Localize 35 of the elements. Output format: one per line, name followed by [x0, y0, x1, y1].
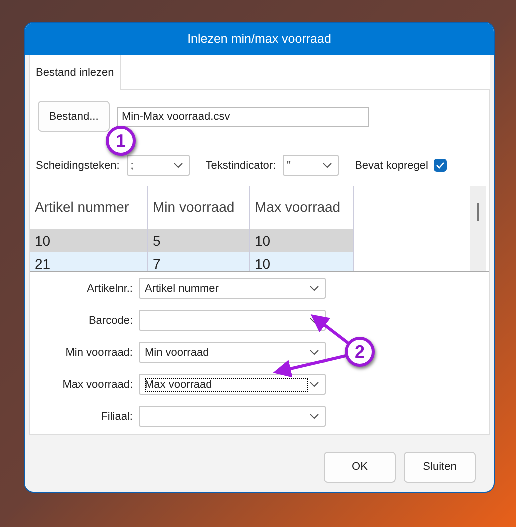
field-label: Tekstindicator: [206, 158, 276, 174]
file-button[interactable]: Bestand... [38, 101, 110, 132]
scrollbar-thumb[interactable] [477, 203, 479, 222]
table-cell: 5 [148, 229, 250, 252]
table-cell: 10 [250, 229, 354, 252]
table-cell: 21 [30, 252, 148, 272]
chevron-down-icon [323, 162, 332, 169]
field-label: Min voorraad: [64, 346, 133, 361]
window-title: Inlezen min/max voorraad [188, 30, 332, 48]
tab[interactable]: Bestand inlezen [29, 55, 122, 90]
checkbox[interactable] [434, 159, 448, 172]
field-label: Artikelnr.: [86, 282, 133, 297]
table-cell: 7 [148, 252, 250, 272]
chevron-down-icon [310, 382, 319, 388]
table-cell: 10 [30, 229, 148, 252]
field-label: Max voorraad: [62, 378, 133, 393]
ok-button[interactable]: OK [324, 452, 396, 484]
field-label: Filiaal: [100, 410, 133, 425]
dropdown[interactable]: " [283, 155, 340, 176]
table-cell: 10 [250, 252, 354, 272]
arrow [310, 314, 349, 344]
dropdown[interactable]: Max voorraad [139, 374, 326, 396]
field-label: Barcode: [88, 314, 133, 329]
checkbox-label: Bevat kopregel [355, 158, 428, 174]
dropdown[interactable]: Min voorraad [139, 342, 326, 364]
dropdown[interactable]: ; [126, 155, 190, 176]
dropdown[interactable]: Artikel nummer [139, 278, 326, 300]
chevron-down-icon [310, 350, 319, 356]
field-label: Scheidingsteken: [36, 158, 120, 174]
close-button[interactable]: Sluiten [404, 452, 476, 484]
chevron-down-icon [174, 162, 183, 169]
chevron-down-icon [310, 286, 319, 292]
chevron-down-icon [310, 414, 319, 420]
dropdown[interactable] [139, 310, 326, 332]
file-path-field[interactable]: Min-Max voorraad.csv [117, 106, 369, 127]
